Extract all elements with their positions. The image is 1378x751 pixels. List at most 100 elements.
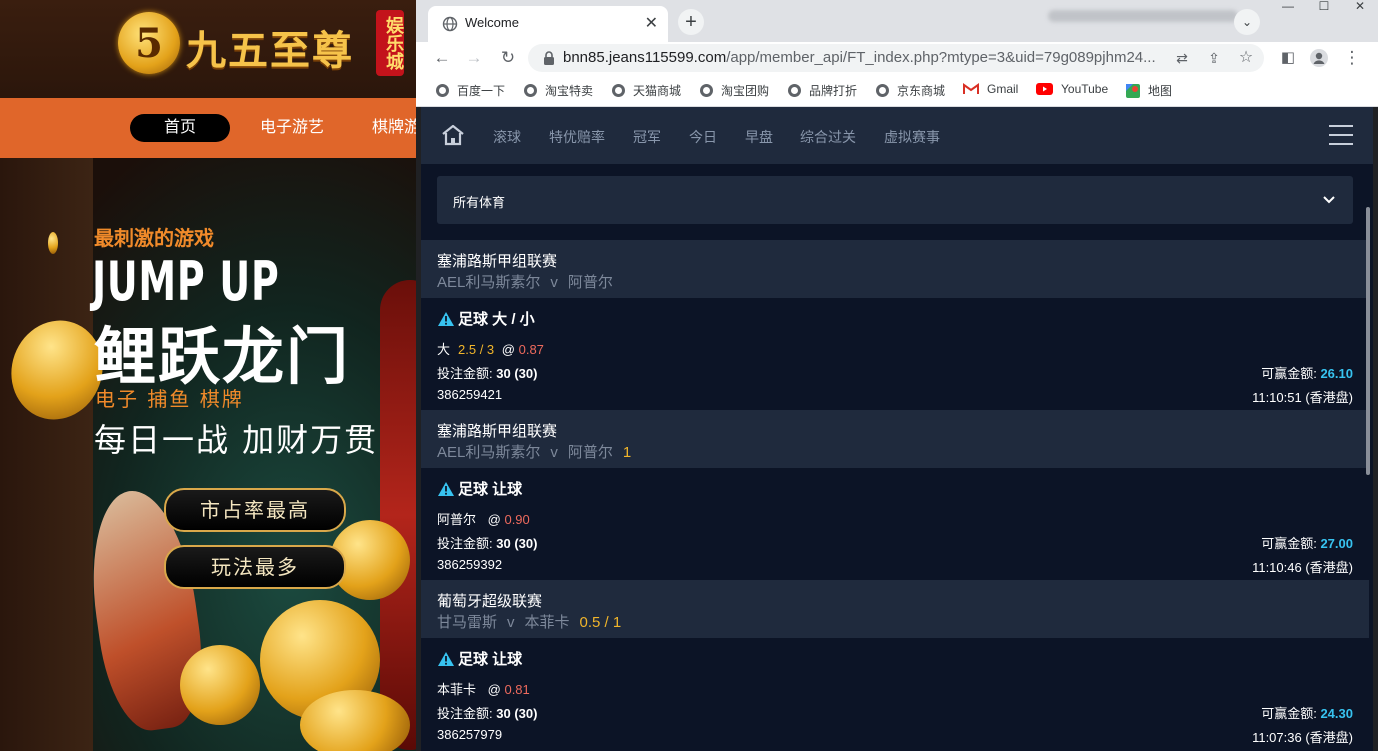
profile-avatar-icon[interactable] <box>1307 46 1331 70</box>
globe-icon <box>436 84 449 97</box>
home-team: 甘马雷斯 <box>437 614 498 631</box>
handicap-value: 1 <box>622 444 632 461</box>
maximize-icon[interactable]: ☐ <box>1306 0 1342 14</box>
odds-value: 0.87 <box>518 342 544 357</box>
bookmark-label: Gmail <box>987 82 1019 96</box>
bookmark-label: 京东商城 <box>897 84 946 98</box>
at-symbol: @ <box>501 342 515 357</box>
league-name: 塞浦路斯甲组联赛 <box>437 253 558 270</box>
handicap-value: 0.5 / 1 <box>579 614 622 631</box>
site-nav-cards[interactable]: 棋牌游 <box>372 114 416 142</box>
title-bar: Welcome ✕ + ⌄ — ☐ ✕ <box>416 0 1378 42</box>
nav-tab-virtual[interactable]: 虚拟赛事 <box>884 127 940 147</box>
banner-button-most-games[interactable]: 玩法最多 <box>164 545 346 589</box>
banner-title-en: JUMP UP <box>92 250 280 313</box>
ticket-id: 386257979 <box>437 727 503 742</box>
at-symbol: @ <box>487 682 501 697</box>
browser-tab[interactable]: Welcome ✕ <box>428 6 668 42</box>
nav-tab-special-odds[interactable]: 特优赔率 <box>549 127 605 147</box>
side-panel-icon[interactable]: ◧ <box>1276 46 1300 70</box>
minimize-icon[interactable]: — <box>1270 0 1306 14</box>
stake-label: 投注金额: <box>437 366 493 381</box>
banner-slogan: 每日一战 加财万贯 <box>94 421 379 459</box>
bookmark-label: 百度一下 <box>457 84 506 98</box>
bet-record: 足球 大 / 小 大 2.5 / 3 @ 0.87 投注金额: 30 (30) 可… <box>421 298 1369 410</box>
warning-icon <box>438 311 454 326</box>
sport-filter-select[interactable]: 所有体育 <box>437 176 1353 224</box>
stake-amount: 投注金额: 30 (30) <box>437 703 537 722</box>
bookmark-item[interactable]: 地图 <box>1126 82 1172 99</box>
home-team: AEL利马斯素尔 <box>437 274 541 291</box>
warning-icon <box>438 481 454 496</box>
scrollbar-thumb[interactable] <box>1366 207 1370 475</box>
address-bar[interactable]: bnn85.jeans115599.com/app/member_api/FT_… <box>528 44 1264 72</box>
tab-title: Welcome <box>465 15 519 30</box>
menu-kebab-icon[interactable]: ⋮ <box>1340 46 1364 70</box>
bookmark-item[interactable]: 天猫商城 <box>612 82 681 99</box>
bookmark-item[interactable]: 品牌打折 <box>788 82 857 99</box>
dragon-image <box>380 280 416 750</box>
site-logo[interactable]: 九五至尊 <box>186 18 354 76</box>
close-window-icon[interactable]: ✕ <box>1342 0 1378 14</box>
bet-type: 足球 大 / 小 <box>437 308 535 329</box>
lock-icon[interactable] <box>542 50 556 66</box>
win-value: 24.30 <box>1320 706 1353 721</box>
new-tab-button[interactable]: + <box>678 9 704 35</box>
forward-icon[interactable]: → <box>462 46 486 70</box>
banner-tagline: 最刺激的游戏 <box>94 226 214 250</box>
reload-icon[interactable]: ↻ <box>496 46 520 70</box>
translate-icon[interactable]: ⇄ <box>1172 48 1192 68</box>
site-nav: 首页 电子游艺 棋牌游 <box>0 98 416 158</box>
nav-tab-inplay[interactable]: 滚球 <box>493 127 521 147</box>
globe-icon <box>700 84 713 97</box>
bookmark-item[interactable]: 淘宝团购 <box>700 82 769 99</box>
bookmark-star-icon[interactable]: ☆ <box>1236 48 1256 68</box>
bookmark-item[interactable]: 百度一下 <box>436 82 505 99</box>
bookmark-item[interactable]: 京东商城 <box>876 82 945 99</box>
bet-time: 11:10:46 (香港盘) <box>1252 560 1353 575</box>
stake-label: 投注金额: <box>437 536 493 551</box>
url-path: /app/member_api/FT_index.php?mtype=3&uid… <box>726 49 1156 66</box>
bookmark-label: 淘宝特卖 <box>545 84 594 98</box>
bet-record: 足球 让球 阿普尔 @ 0.90 投注金额: 30 (30) 可赢金额: 27.… <box>421 468 1369 580</box>
nav-tab-outright[interactable]: 冠军 <box>633 127 661 147</box>
back-icon[interactable]: ← <box>430 46 454 70</box>
pick-label: 大 <box>437 342 451 357</box>
close-tab-icon[interactable]: ✕ <box>645 13 658 33</box>
url-text[interactable]: bnn85.jeans115599.com/app/member_api/FT_… <box>563 49 1156 66</box>
match-teams: AEL利马斯素尔 v 阿普尔 <box>437 271 623 292</box>
chevron-down-icon <box>1323 196 1335 204</box>
youtube-icon <box>1036 83 1053 95</box>
home-icon[interactable] <box>441 124 465 146</box>
coin-image <box>48 232 58 254</box>
site-nav-slots[interactable]: 电子游艺 <box>260 114 324 142</box>
versus-label: v <box>507 614 515 631</box>
league-name: 葡萄牙超级联赛 <box>437 593 543 610</box>
banner-button-market-share[interactable]: 市占率最高 <box>164 488 346 532</box>
hamburger-menu-icon[interactable] <box>1329 125 1353 145</box>
bet-time: 11:10:51 (香港盘) <box>1252 390 1353 405</box>
match-teams: 甘马雷斯 v 本菲卡 0.5 / 1 <box>437 611 621 632</box>
nav-tab-parlay[interactable]: 综合过关 <box>800 127 856 147</box>
site-nav-home[interactable]: 首页 <box>130 114 230 142</box>
bookmark-item[interactable]: YouTube <box>1036 82 1108 96</box>
away-team: 阿普尔 <box>567 274 613 291</box>
bookmark-item[interactable]: Gmail <box>963 82 1018 96</box>
nav-tab-early[interactable]: 早盘 <box>745 127 773 147</box>
league-header: 塞浦路斯甲组联赛 AEL利马斯素尔 v 阿普尔 1 <box>421 410 1369 468</box>
league-header: 塞浦路斯甲组联赛 AEL利马斯素尔 v 阿普尔 <box>421 240 1369 298</box>
bet-time: 11:07:36 (香港盘) <box>1252 730 1353 745</box>
bookmark-item[interactable]: 淘宝特卖 <box>524 82 593 99</box>
odds-value: 0.90 <box>504 512 530 527</box>
match-teams: AEL利马斯素尔 v 阿普尔 1 <box>437 441 631 462</box>
bet-selection: 阿普尔 @ 0.90 <box>437 509 530 528</box>
coin-image <box>180 645 260 725</box>
versus-label: v <box>550 444 558 461</box>
pick-label: 本菲卡 <box>437 682 477 697</box>
nav-tab-today[interactable]: 今日 <box>689 127 717 147</box>
odds-value: 0.81 <box>504 682 530 697</box>
pick-label: 阿普尔 <box>437 512 477 527</box>
share-icon[interactable]: ⇪ <box>1204 48 1224 68</box>
tab-search-icon[interactable]: ⌄ <box>1234 9 1260 35</box>
bet-type-label: 足球 让球 <box>458 481 523 498</box>
